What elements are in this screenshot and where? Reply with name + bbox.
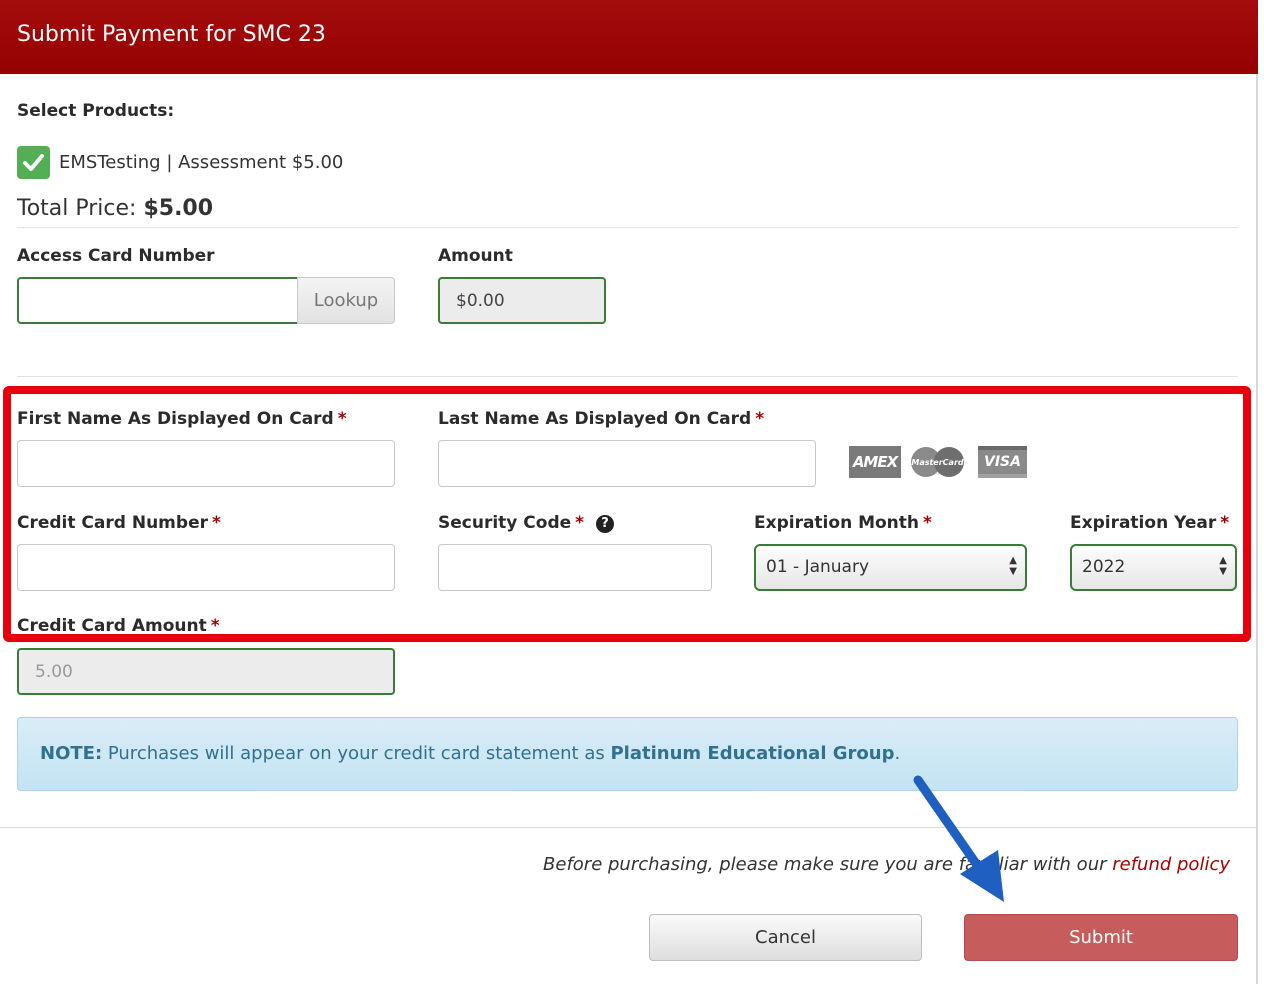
select-products-label: Select Products: — [17, 101, 175, 121]
cancel-button[interactable]: Cancel — [649, 914, 922, 961]
modal-header: Submit Payment for SMC 23 — [0, 0, 1258, 74]
total-price: Total Price: $5.00 — [17, 196, 213, 221]
policy-text: Before purchasing, please make sure you … — [543, 854, 1230, 875]
total-price-value: $5.00 — [143, 196, 214, 221]
footer-divider — [0, 827, 1256, 828]
total-price-label: Total Price: — [17, 196, 137, 221]
submit-button[interactable]: Submit — [964, 914, 1238, 961]
check-icon — [23, 154, 44, 171]
divider — [17, 376, 1238, 377]
product-checkbox[interactable] — [17, 146, 50, 179]
access-card-input[interactable] — [17, 277, 299, 324]
refund-policy-link[interactable]: refund policy — [1112, 854, 1230, 875]
product-item-label: EMSTesting | Assessment $5.00 — [59, 152, 344, 173]
arrow-annotation-icon — [913, 775, 1004, 902]
amount-label: Amount — [438, 246, 513, 266]
access-card-label: Access Card Number — [17, 246, 215, 266]
note-alert: NOTE: Purchases will appear on your cred… — [17, 717, 1238, 791]
highlight-box — [3, 386, 1251, 642]
cc-amount-input: 5.00 — [17, 648, 395, 695]
lookup-button[interactable]: Lookup — [297, 277, 395, 324]
divider — [17, 227, 1238, 228]
payment-modal: Submit Payment for SMC 23 Select Product… — [0, 0, 1258, 984]
modal-title: Submit Payment for SMC 23 — [17, 22, 326, 47]
amount-input: $0.00 — [438, 277, 606, 324]
